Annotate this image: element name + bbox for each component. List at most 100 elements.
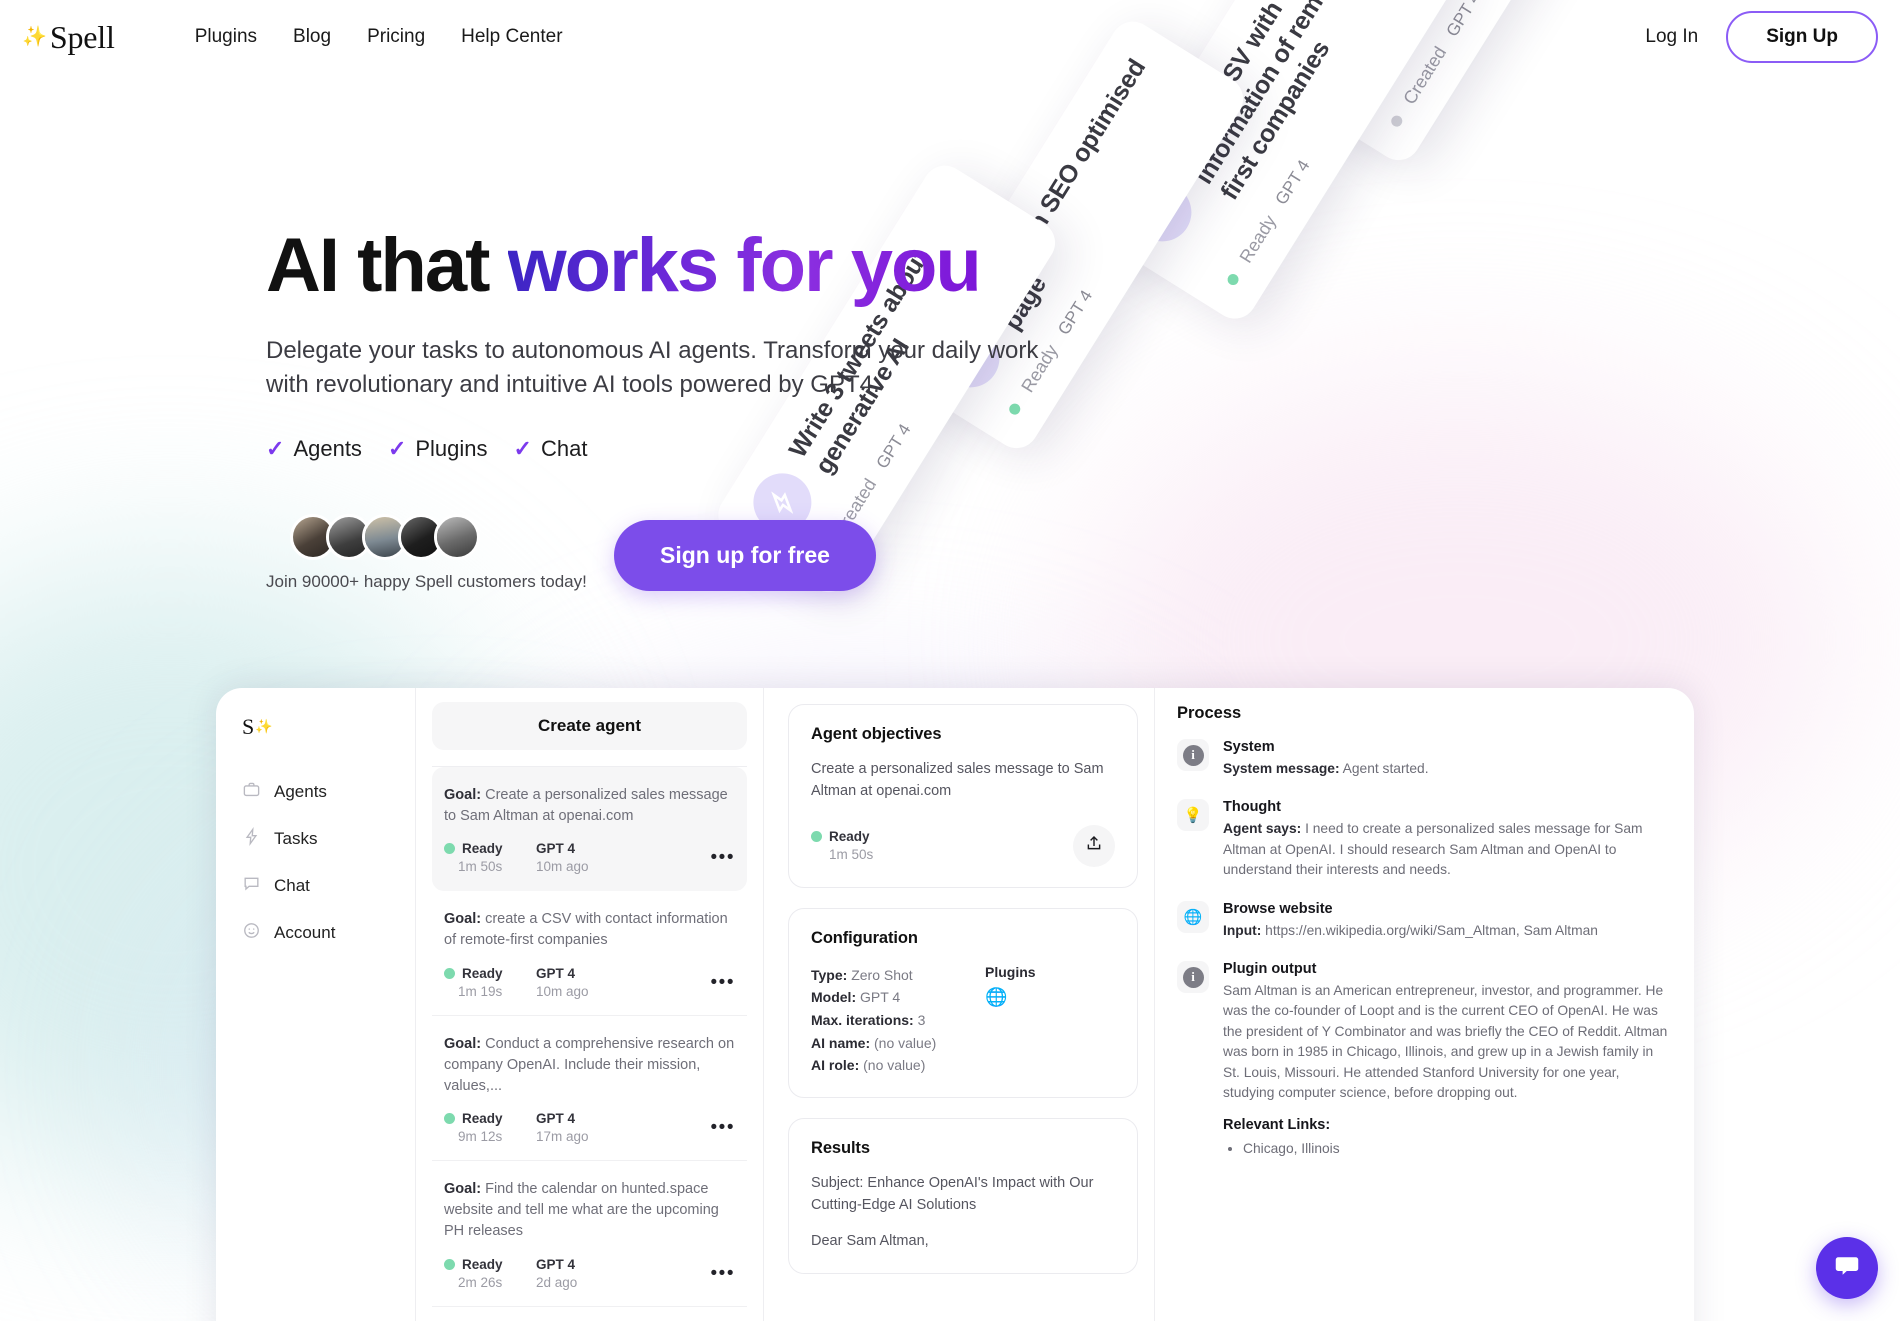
list-item[interactable]: Goal: create a CSV with contact informat…: [432, 891, 747, 1016]
signup-free-button[interactable]: Sign up for free: [614, 520, 876, 592]
panel-title: Results: [811, 1138, 870, 1157]
share-button[interactable]: [1073, 824, 1115, 867]
config-value: (no value): [863, 1057, 926, 1074]
process-title: Process: [1177, 704, 1242, 722]
agent-timestamp: 10m ago: [536, 859, 589, 875]
agent-meta: Ready 2m 26s GPT 4 2d ago •••: [444, 1257, 735, 1290]
config-key: Type:: [811, 966, 848, 983]
process-step-thought: 💡 Thought Agent says: I need to create a…: [1177, 799, 1672, 880]
agent-goal: Goal: Conduct a comprehensive research o…: [444, 1034, 735, 1097]
smiley-icon: [242, 921, 261, 945]
list-item[interactable]: Goal: Conduct a comprehensive research o…: [432, 1016, 747, 1162]
check-icon: ✓: [266, 436, 285, 462]
nav-link-blog[interactable]: Blog: [293, 26, 331, 48]
hero-title-plain: AI that: [266, 223, 508, 308]
agent-status: Ready: [462, 1111, 503, 1127]
nav-link-plugins[interactable]: Plugins: [195, 26, 257, 48]
agent-duration: 9m 12s: [458, 1129, 503, 1145]
nav-link-pricing[interactable]: Pricing: [367, 26, 425, 48]
brand-name: Spell: [49, 18, 115, 55]
feature-agents-label: Agents: [293, 436, 362, 462]
avatar-group: [266, 514, 596, 561]
agent-menu-button[interactable]: •••: [711, 1118, 735, 1137]
status-dot: [444, 843, 455, 855]
sparkle-icon: ✨: [22, 26, 47, 48]
process-step-text: Sam Altman is an American entrepreneur, …: [1223, 983, 1668, 1101]
agent-model-col: GPT 4 2d ago: [536, 1257, 577, 1290]
agent-timestamp: 10m ago: [536, 983, 589, 999]
info-icon: i: [1177, 961, 1209, 994]
objective-status-col: Ready 1m 50s: [811, 829, 873, 862]
objective-text: Create a personalized sales message to S…: [811, 761, 1104, 799]
sidebar-item-tasks[interactable]: Tasks: [242, 819, 415, 859]
brand-logo[interactable]: ✨ Spell: [22, 19, 115, 56]
status-dot: [444, 1113, 455, 1125]
check-icon: ✓: [387, 436, 407, 462]
signup-button[interactable]: Sign Up: [1726, 11, 1878, 63]
agent-model: GPT 4: [536, 965, 576, 981]
agent-list-column: Create agent Goal: Create a personalized…: [416, 688, 764, 1321]
process-step-prefix: System message:: [1223, 761, 1340, 776]
social-proof: Join 90000+ happy Spell customers today!…: [266, 514, 1166, 592]
app-sidebar: S ✨ Agents Tasks Chat Account: [216, 688, 416, 1321]
config-key: Model:: [811, 989, 857, 1006]
hero-subtitle: Delegate your tasks to autonomous AI age…: [266, 337, 1039, 399]
nav-link-help-center[interactable]: Help Center: [461, 26, 562, 48]
agent-objectives-panel: Agent objectives Create a personalized s…: [788, 704, 1138, 888]
list-item[interactable]: Goal: Find the calendar on hunted.space …: [432, 1161, 747, 1307]
configuration-body: Type: Zero Shot Model: GPT 4 Max. iterat…: [811, 964, 1115, 1077]
globe-icon[interactable]: 🌐: [985, 988, 1115, 1006]
chat-bubble-icon: [1832, 1251, 1862, 1286]
landing-page: ✨ Spell Plugins Blog Pricing Help Center…: [0, 0, 1900, 1321]
process-step-title: Plugin output: [1223, 961, 1317, 978]
lightbulb-icon: 💡: [1177, 799, 1209, 832]
agent-menu-button[interactable]: •••: [711, 848, 735, 867]
agent-goal: Goal: Create a personalized sales messag…: [444, 785, 735, 827]
login-link[interactable]: Log In: [1645, 26, 1698, 48]
process-step-prefix: Agent says:: [1223, 821, 1302, 837]
agent-model: GPT 4: [536, 1111, 576, 1127]
agent-model-col: GPT 4 17m ago: [536, 1111, 589, 1144]
lightning-icon: [242, 827, 261, 851]
config-key: AI name:: [811, 1034, 871, 1051]
list-item[interactable]: Goal: Create a personalized sales messag…: [432, 767, 747, 892]
agent-duration: 2m 26s: [458, 1274, 503, 1290]
sidebar-item-label: Account: [274, 923, 336, 942]
process-step-prefix: Input:: [1223, 922, 1262, 938]
briefcase-icon: [242, 780, 261, 804]
hero-section: AI that works for you Delegate your task…: [266, 228, 1166, 592]
goal-text: Conduct a comprehensive research on comp…: [444, 1035, 735, 1094]
sidebar-item-chat[interactable]: Chat: [242, 866, 415, 906]
results-salutation: Dear Sam Altman,: [811, 1233, 929, 1250]
relevant-links-list: Chicago, Illinois: [1223, 1141, 1672, 1156]
agent-goal: Goal: Find the calendar on hunted.space …: [444, 1179, 735, 1242]
agent-goal: Goal: create a CSV with contact informat…: [444, 909, 735, 951]
goal-text: create a CSV with contact information of…: [444, 911, 728, 949]
app-logo[interactable]: S ✨: [242, 714, 415, 740]
feature-chat-label: Chat: [540, 436, 588, 462]
feature-agents: ✓ Agents: [266, 436, 362, 462]
nav-links: Plugins Blog Pricing Help Center: [195, 26, 563, 48]
plugins-title: Plugins: [985, 963, 1036, 980]
agent-meta: Ready 1m 19s GPT 4 10m ago •••: [444, 966, 735, 999]
objective-footer: Ready 1m 50s: [811, 824, 1115, 867]
hero-title-gradient: works for you: [507, 223, 982, 308]
agent-status-col: Ready 1m 50s: [444, 841, 536, 874]
configuration-rows: Type: Zero Shot Model: GPT 4 Max. iterat…: [811, 964, 985, 1077]
agent-menu-button[interactable]: •••: [711, 1264, 735, 1283]
sidebar-item-agents[interactable]: Agents: [242, 772, 415, 812]
config-row-ai-role: AI role: (no value): [811, 1054, 985, 1077]
goal-label: Goal:: [444, 1035, 482, 1052]
agent-menu-button[interactable]: •••: [711, 973, 735, 992]
create-agent-button[interactable]: Create agent: [432, 702, 747, 750]
process-step-title: System: [1223, 739, 1275, 755]
chat-widget-button[interactable]: [1816, 1237, 1878, 1299]
avatar: [434, 514, 480, 561]
results-panel: Results Subject: Enhance OpenAI's Impact…: [788, 1117, 1138, 1275]
sidebar-item-account[interactable]: Account: [242, 913, 415, 953]
share-icon: [1085, 834, 1103, 857]
list-item[interactable]: Chicago, Illinois: [1243, 1141, 1672, 1156]
process-step-text: Agent started.: [1342, 761, 1429, 776]
status-dot: [811, 831, 822, 842]
nav-actions: Log In Sign Up: [1645, 11, 1878, 63]
